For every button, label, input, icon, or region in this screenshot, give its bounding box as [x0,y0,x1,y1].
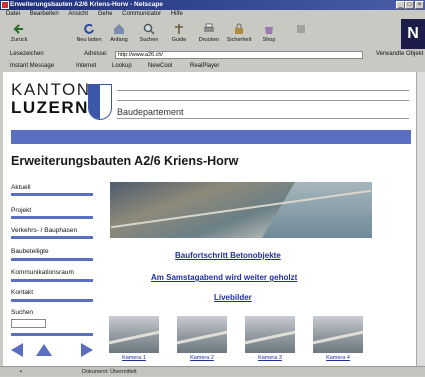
link-lookup[interactable]: Lookup [112,61,132,71]
security-button[interactable]: Sicherheit [224,19,254,49]
print-icon [204,23,214,32]
nav-divider [11,258,93,261]
nav-divider [11,236,93,239]
search-input[interactable] [11,319,46,328]
link-instant-message[interactable]: Instant Message [10,61,54,71]
nav-aktuell[interactable]: Aktuell [11,184,93,191]
navigation-toolbar: Zurück Neu laden Anfang Suchen Guide Dru… [0,19,400,49]
reload-button[interactable]: Neu laden [74,19,104,49]
menu-bar: Datei Bearbeiten Ansicht Gehe Communicat… [0,10,425,19]
nav-divider [11,333,93,336]
aerial-photo [110,182,372,238]
link-realplayer[interactable]: RealPlayer [190,61,219,71]
kanton-logo-text: KANTON [11,80,91,99]
web-page-content: KANTON LUZERN Baudepartement Erweiterung… [3,72,416,366]
page-title: Erweiterungsbauten A2/6 Kriens-Horw [11,154,239,168]
arrow-up-icon[interactable] [36,344,52,356]
stop-icon [297,25,305,33]
related-objects-button[interactable]: Verwandte Objekt [376,49,423,60]
nav-projekt[interactable]: Projekt [11,207,93,214]
back-icon [13,24,23,34]
vertical-scrollbar[interactable] [416,72,425,366]
maximize-button[interactable]: □ [405,1,414,9]
nav-baubeteiligte[interactable]: Baubeteiligte [11,248,93,255]
back-button[interactable]: Zurück [4,19,34,49]
status-bar: ▪ Dokument: Übermittelt [0,366,425,376]
camera-3-link[interactable]: Kamera 3 [245,355,295,361]
header-rule-bottom [117,118,409,119]
menu-ansicht[interactable]: Ansicht [68,11,88,17]
luzern-logo-text: LUZERN [11,98,89,117]
home-icon [114,24,124,34]
nav-kontakt[interactable]: Kontakt [11,289,93,296]
window-title-bar: Erweiterungsbauten A2/6 Kriens-Horw - Ne… [0,0,425,10]
security-icon [235,23,243,34]
department-name: Baudepartement [117,107,184,117]
stop-button[interactable] [286,19,316,49]
nav-divider [11,193,93,196]
link-samstagabend[interactable]: Am Samstagabend wird weiter geholzt [151,273,297,282]
nav-divider [11,216,93,219]
arrow-left-icon[interactable] [11,343,23,357]
camera-2-link[interactable]: Kamera 2 [177,355,227,361]
address-label: Adresse: [84,51,108,57]
guide-icon [175,24,183,34]
header-accent-bar [11,130,411,144]
bookmarks-button[interactable]: Lesezeichen [10,49,44,60]
arrow-right-icon[interactable] [81,343,93,357]
home-button[interactable]: Anfang [104,19,134,49]
nav-divider [11,299,93,302]
nav-divider [11,279,93,282]
address-input[interactable]: http://www.a26.ch/ [115,51,363,59]
search-button[interactable]: Suchen [134,19,164,49]
link-newcool[interactable]: NewCool [148,61,172,71]
shop-icon [265,27,273,34]
netscape-app-icon [1,1,9,9]
nav-suchen-label: Suchen [11,309,34,316]
link-baufortschritt[interactable]: Baufortschritt Betonobjekte [175,251,281,260]
search-icon [143,23,155,35]
print-button[interactable]: Drucken [194,19,224,49]
shop-button[interactable]: Shop [254,19,284,49]
menu-datei[interactable]: Datei [6,11,20,17]
menu-communicator[interactable]: Communicator [122,11,161,17]
menu-bearbeiten[interactable]: Bearbeiten [30,11,59,17]
camera-4-thumbnail[interactable] [313,316,363,353]
window-title: Erweiterungsbauten A2/6 Kriens-Horw - Ne… [10,1,163,8]
page-nav-arrows [11,343,93,357]
netscape-logo: N [401,19,425,49]
menu-gehe[interactable]: Gehe [98,11,113,17]
camera-1-link[interactable]: Kamera 1 [109,355,159,361]
nav-kommunikationsraum[interactable]: Kommunikationsraum [11,269,93,276]
link-internet[interactable]: Internet [76,61,96,71]
close-button[interactable]: × [415,1,424,9]
camera-3-thumbnail[interactable] [245,316,295,353]
nav-verkehrs-bauphasen[interactable]: Verkehrs- / Bauphasen [11,227,93,234]
camera-1-thumbnail[interactable] [109,316,159,353]
header-rule-middle [117,100,409,101]
menu-hilfe[interactable]: Hilfe [171,11,183,17]
camera-4-link[interactable]: Kamera 4 [313,355,363,361]
minimize-button[interactable]: _ [396,1,405,9]
camera-2-thumbnail[interactable] [177,316,227,353]
reload-icon [84,23,94,34]
header-rule-top [117,90,409,91]
guide-button[interactable]: Guide [164,19,194,49]
canton-crest-icon [88,84,112,120]
link-livebilder[interactable]: Livebilder [214,293,252,302]
personal-toolbar: Instant Message Internet Lookup NewCool … [0,61,425,71]
